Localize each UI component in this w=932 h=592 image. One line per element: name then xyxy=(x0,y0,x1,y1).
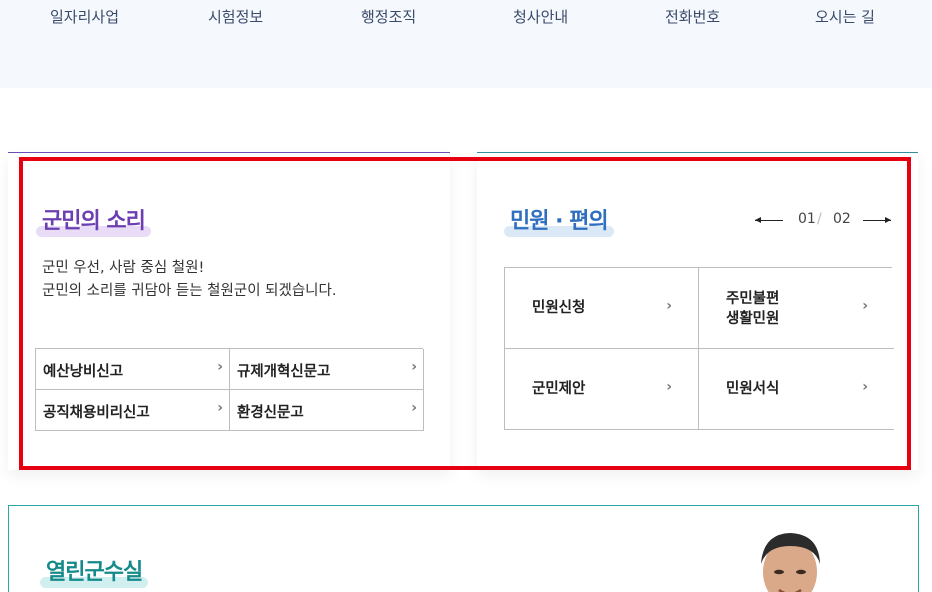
pager-total: 02 xyxy=(833,211,851,227)
citizen-voice-links: 예산낭비신고 › 규제개혁신문고 › 공직채용비리신고 › 환경신문고 › xyxy=(35,348,424,431)
chevron-right-icon: › xyxy=(411,400,417,416)
nav-item-directions[interactable]: 오시는 길 xyxy=(815,6,875,27)
link-label: 민원신청 xyxy=(532,300,586,316)
link-label: 군민제안 xyxy=(532,381,586,397)
nav-item-org[interactable]: 행정조직 xyxy=(361,6,416,27)
pager-separator: / xyxy=(817,211,822,227)
nav-item-building[interactable]: 청사안내 xyxy=(513,6,568,27)
link-regulation-reform[interactable]: 규제개혁신문고 › xyxy=(230,349,424,390)
link-label: 환경신문고 xyxy=(237,405,304,421)
description-line: 군민의 소리를 귀담아 듣는 철원군이 되겠습니다. xyxy=(42,283,337,299)
chevron-right-icon: › xyxy=(217,359,223,375)
open-office-title: 열린군수실 xyxy=(40,554,149,588)
link-label: 예산낭비신고 xyxy=(43,364,124,380)
chevron-right-icon: › xyxy=(217,400,223,416)
link-civil-application[interactable]: 민원신청 › xyxy=(505,268,699,349)
open-office-title-text: 열린군수실 xyxy=(46,560,143,585)
civil-service-panel: 민원 · 편의 01 / 02 민원신청 › 주민불편 생활민원 › 군민제안 … xyxy=(477,152,918,470)
link-label: 주민불편 생활민원 xyxy=(726,289,779,329)
link-label: 공직채용비리신고 xyxy=(43,405,150,421)
link-hiring-corruption-report[interactable]: 공직채용비리신고 › xyxy=(36,390,230,431)
chevron-right-icon: › xyxy=(666,298,672,314)
link-civil-forms[interactable]: 민원서식 › xyxy=(699,349,894,430)
governor-portrait xyxy=(743,524,837,592)
civil-service-links: 민원신청 › 주민불편 생활민원 › 군민제안 › 민원서식 › xyxy=(504,267,894,430)
link-resident-inconvenience[interactable]: 주민불편 생활민원 › xyxy=(699,268,894,349)
citizen-voice-title-text: 군민의 소리 xyxy=(42,209,146,234)
link-budget-waste-report[interactable]: 예산낭비신고 › xyxy=(36,349,230,390)
link-label-line: 생활민원 xyxy=(726,311,780,327)
nav-item-exams[interactable]: 시험정보 xyxy=(208,6,263,27)
link-label-line: 주민불편 xyxy=(726,291,780,307)
chevron-right-icon: › xyxy=(862,379,868,395)
citizen-voice-panel: 군민의 소리 군민 우선, 사람 중심 철원! 군민의 소리를 귀담아 듣는 철… xyxy=(8,152,450,470)
citizen-voice-description: 군민 우선, 사람 중심 철원! 군민의 소리를 귀담아 듣는 철원군이 되겠습… xyxy=(42,257,336,303)
chevron-right-icon: › xyxy=(411,359,417,375)
civil-service-title: 민원 · 편의 xyxy=(504,203,614,237)
arrow-left-icon[interactable] xyxy=(755,217,783,223)
nav-item-phone[interactable]: 전화번호 xyxy=(665,6,720,27)
arrow-right-icon[interactable] xyxy=(863,217,891,223)
description-line: 군민 우선, 사람 중심 철원! xyxy=(42,260,205,276)
top-nav: 일자리사업 시험정보 행정조직 청사안내 전화번호 오시는 길 xyxy=(0,0,932,88)
link-citizen-proposal[interactable]: 군민제안 › xyxy=(505,349,699,430)
link-label: 민원서식 xyxy=(726,381,780,397)
link-label: 규제개혁신문고 xyxy=(237,364,331,380)
citizen-voice-title: 군민의 소리 xyxy=(36,203,151,237)
nav-item-jobs[interactable]: 일자리사업 xyxy=(50,6,119,27)
civil-service-title-text: 민원 · 편의 xyxy=(510,209,609,234)
link-environment-report[interactable]: 환경신문고 › xyxy=(230,390,424,431)
chevron-right-icon: › xyxy=(862,298,868,314)
pager-current: 01 xyxy=(798,211,816,227)
slide-pager: 01 / 02 xyxy=(755,211,895,231)
chevron-right-icon: › xyxy=(666,379,672,395)
open-governor-office-panel: 열린군수실 xyxy=(8,505,919,592)
